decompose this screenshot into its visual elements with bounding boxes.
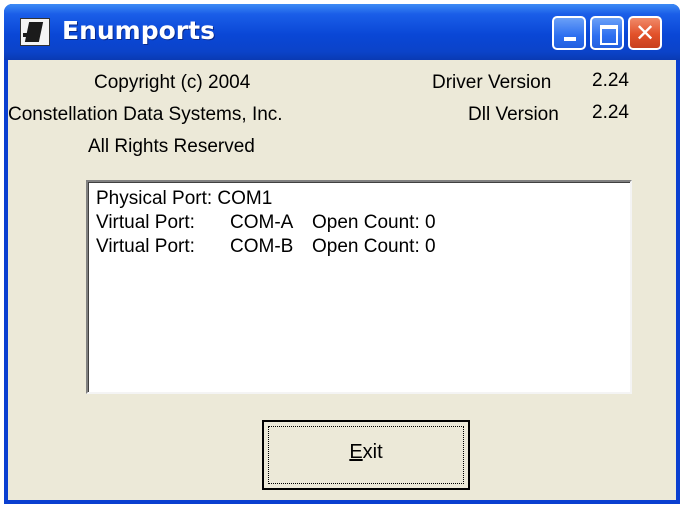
port-label: Virtual Port: <box>96 212 195 233</box>
port-label: Physical Port: COM1 <box>96 188 273 209</box>
port-name: COM-B <box>230 236 294 257</box>
window-title: Enumports <box>62 16 215 45</box>
maximize-button[interactable] <box>590 16 624 50</box>
company-text: Constellation Data Systems, Inc. <box>8 104 283 125</box>
close-button[interactable]: ✕ <box>628 16 662 50</box>
ports-listbox[interactable]: Physical Port: COM1 Virtual Port: COM-A … <box>86 180 632 394</box>
title-bar[interactable]: Enumports ✕ <box>4 4 680 60</box>
driver-version-label: Driver Version <box>432 72 552 93</box>
copyright-text: Copyright (c) 2004 <box>94 72 251 93</box>
dialog-body: Copyright (c) 2004 Constellation Data Sy… <box>8 60 676 500</box>
maximize-icon <box>600 25 618 45</box>
rights-text: All Rights Reserved <box>88 136 255 157</box>
exit-button-label: Exit <box>349 441 383 463</box>
dll-version-label: Dll Version <box>468 104 559 125</box>
minimize-icon <box>564 37 576 41</box>
dll-version-value: 2.24 <box>592 102 629 123</box>
exit-button[interactable]: Exit <box>262 420 470 490</box>
app-icon[interactable] <box>20 18 50 46</box>
port-label: Virtual Port: <box>96 236 195 257</box>
port-name: COM-A <box>230 212 294 233</box>
open-count: Open Count: 0 <box>312 212 436 233</box>
minimize-button[interactable] <box>552 16 586 50</box>
open-count: Open Count: 0 <box>312 236 436 257</box>
close-icon: ✕ <box>634 19 656 47</box>
app-window: Enumports ✕ Copyright (c) 2004 Constella… <box>4 4 680 504</box>
driver-version-value: 2.24 <box>592 70 629 91</box>
